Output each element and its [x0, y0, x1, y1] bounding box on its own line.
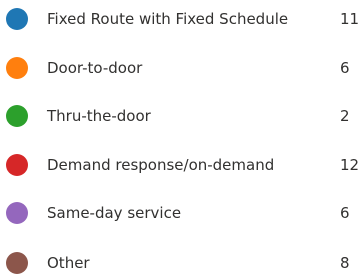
response-legend: Fixed Route with Fixed Schedule 11 Door-… [0, 0, 363, 278]
legend-item-same-day-service[interactable]: Same-day service 6 [0, 198, 363, 228]
legend-item-label: Door-to-door [47, 59, 143, 77]
legend-item-label: Fixed Route with Fixed Schedule [47, 10, 289, 28]
legend-item-door-to-door[interactable]: Door-to-door 6 [0, 53, 363, 83]
color-dot-icon [6, 154, 28, 176]
legend-item-label: Demand response/on-demand [47, 156, 275, 174]
legend-item-count: 6 [340, 204, 350, 222]
legend-item-label: Thru-the-door [47, 107, 151, 125]
legend-item-count: 8 [340, 254, 350, 272]
legend-item-thru-the-door[interactable]: Thru-the-door 2 [0, 101, 363, 131]
color-dot-icon [6, 202, 28, 224]
legend-item-other[interactable]: Other 8 [0, 248, 363, 278]
color-dot-icon [6, 8, 28, 30]
legend-item-count: 12 [340, 156, 360, 174]
legend-item-demand-response[interactable]: Demand response/on-demand 12 [0, 150, 363, 180]
legend-item-label: Same-day service [47, 204, 182, 222]
color-dot-icon [6, 105, 28, 127]
legend-item-count: 2 [340, 107, 350, 125]
legend-item-fixed-route[interactable]: Fixed Route with Fixed Schedule 11 [0, 4, 363, 34]
legend-item-count: 11 [340, 10, 360, 28]
legend-item-count: 6 [340, 59, 350, 77]
legend-item-label: Other [47, 254, 90, 272]
color-dot-icon [6, 57, 28, 79]
color-dot-icon [6, 252, 28, 274]
